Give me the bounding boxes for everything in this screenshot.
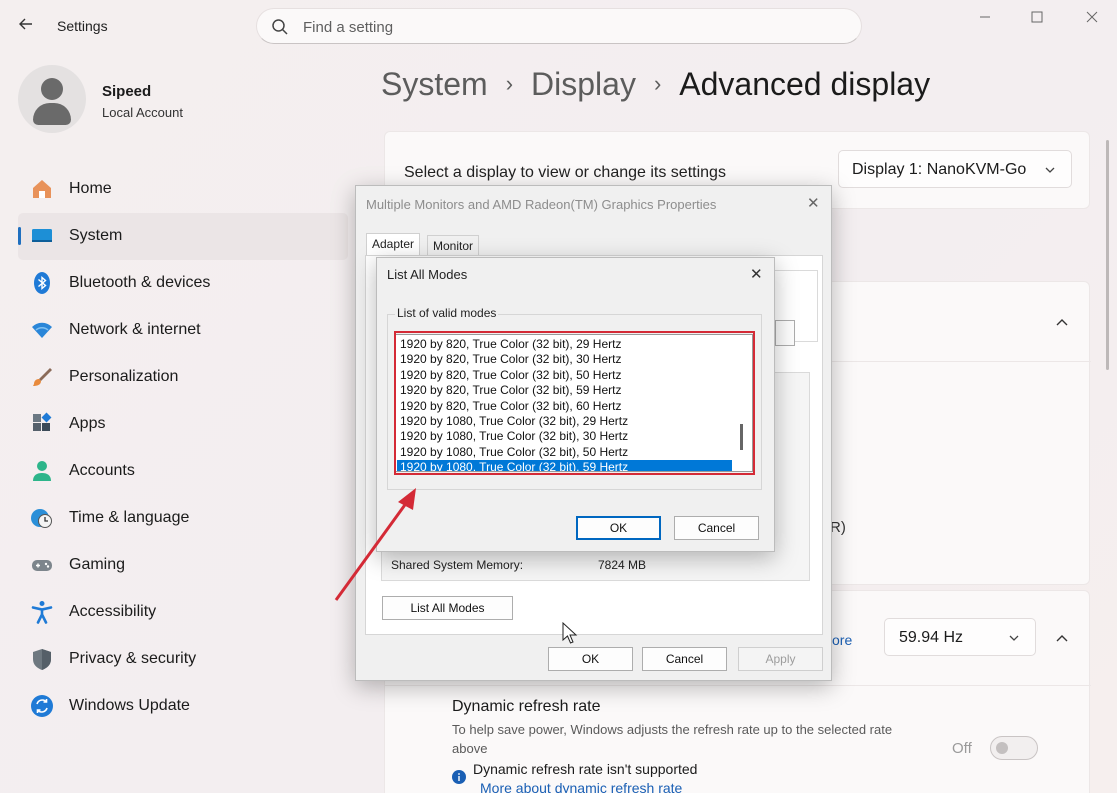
mouse-cursor-icon	[562, 622, 578, 644]
annotation-arrow	[334, 488, 416, 601]
